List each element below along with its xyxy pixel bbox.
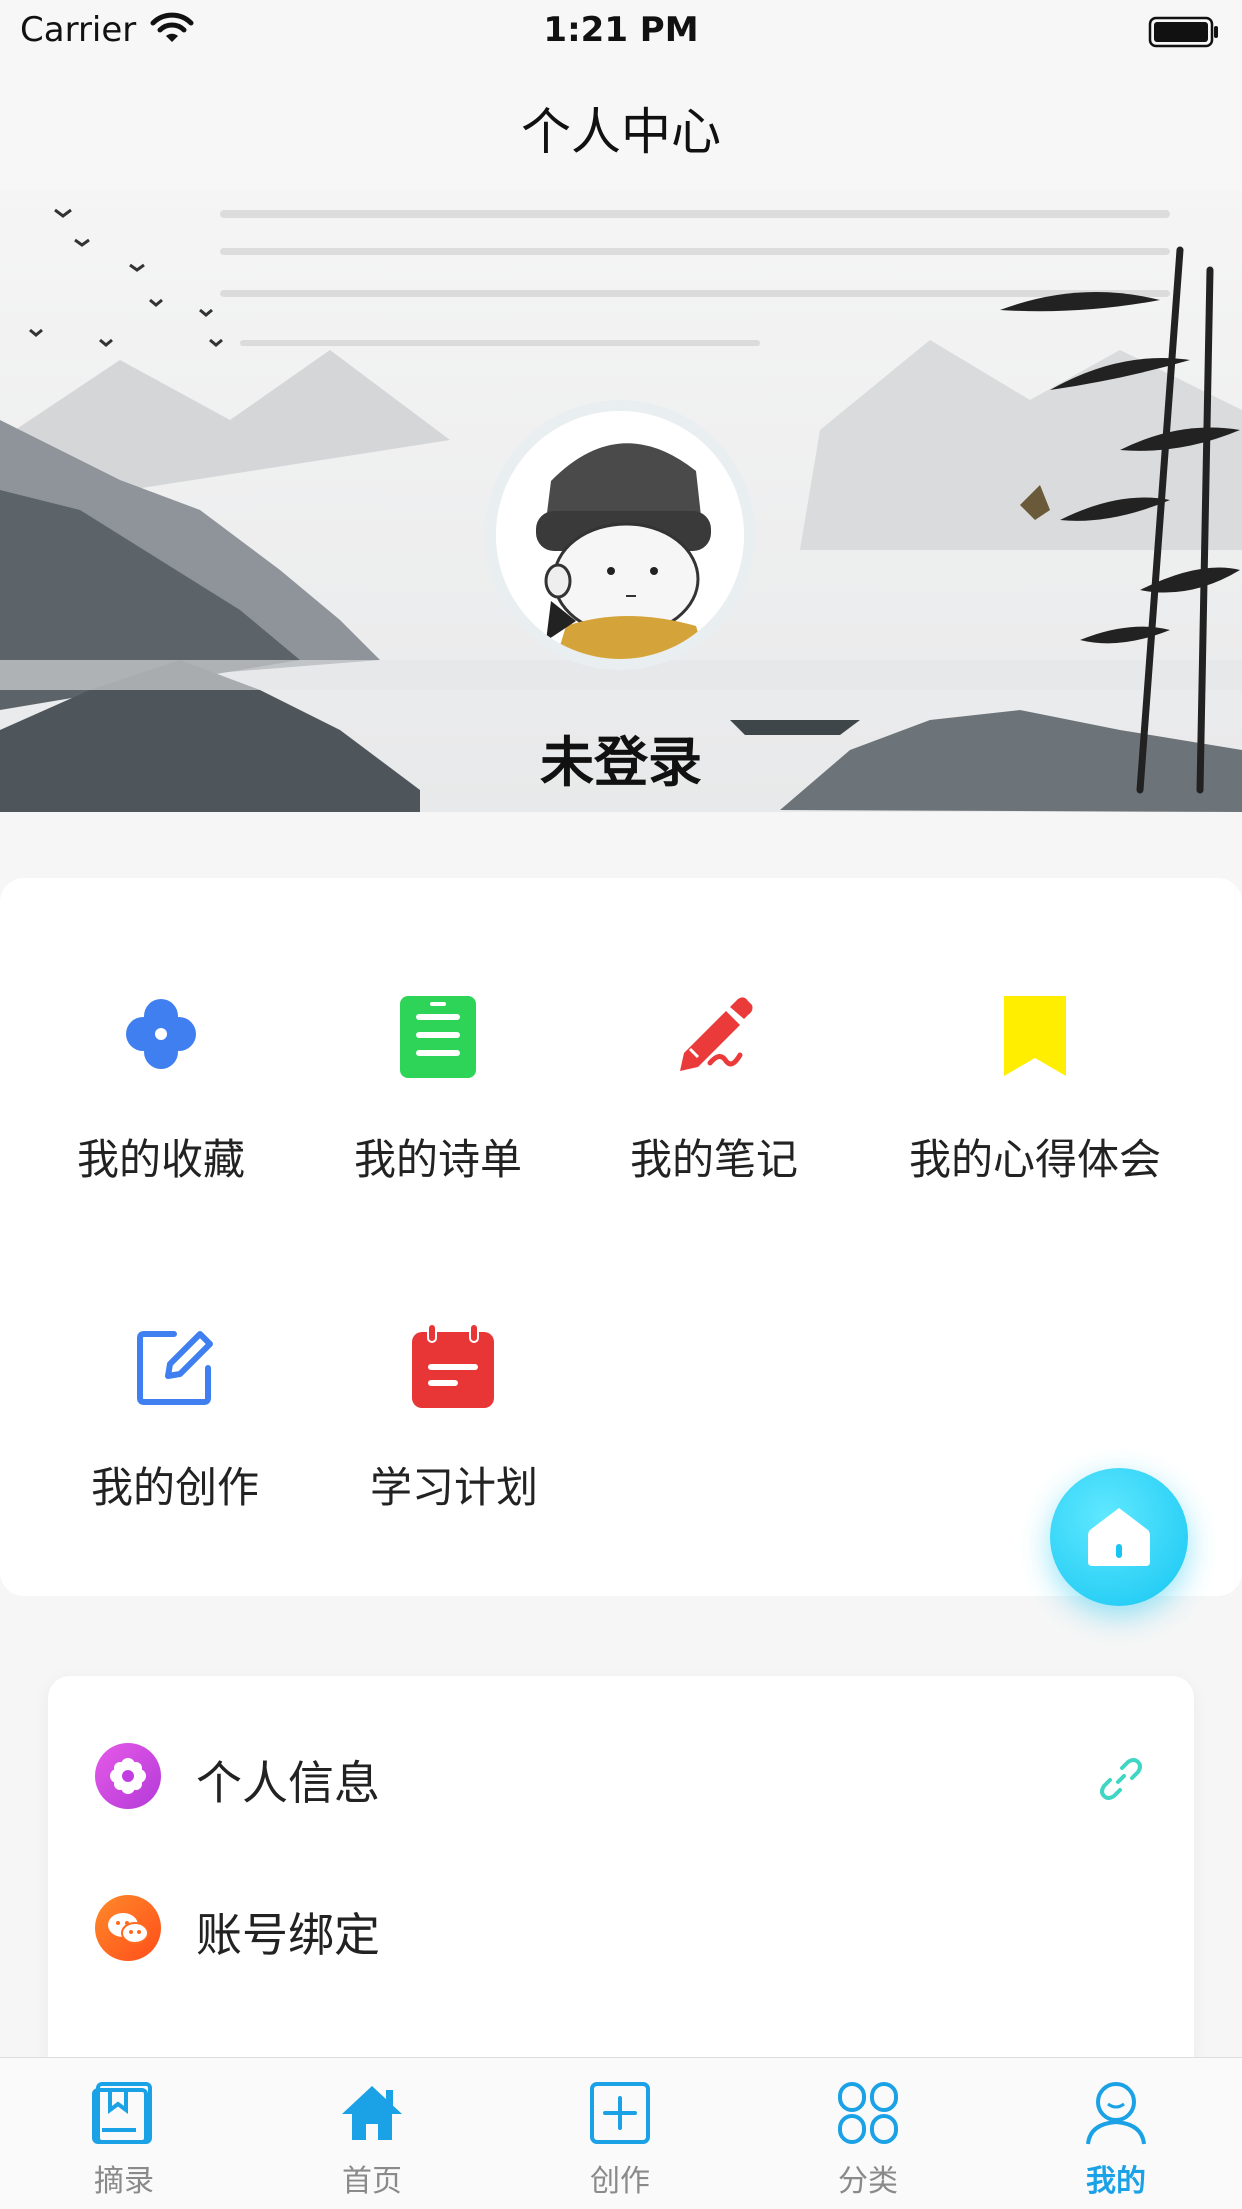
status-bar: Carrier 1:21 PM (0, 0, 1242, 60)
tab-create[interactable]: 创作 (496, 2058, 744, 2209)
grid-item-label: 我的笔记 (629, 1135, 798, 1184)
list-doc-icon (400, 996, 476, 1078)
book-icon (92, 2082, 152, 2144)
grid-item-poem-list[interactable]: 我的诗单 (298, 878, 578, 1208)
tab-label: 首页 (342, 2164, 402, 2199)
status-time: 1:21 PM (543, 10, 699, 50)
settings-row-profile-info[interactable]: 个人信息 (48, 1701, 1194, 1851)
grid-item-label: 我的心得体会 (908, 1135, 1161, 1184)
bookmark-icon (1004, 996, 1066, 1076)
tab-label: 摘录 (94, 2164, 154, 2199)
profile-banner: 未登录 (0, 190, 1242, 812)
grid-item-my-creations[interactable]: 我的创作 (0, 1208, 350, 1538)
settings-card: 个人信息 账号绑定 (48, 1676, 1194, 2076)
user-icon (1086, 2082, 1146, 2145)
settings-row-label: 账号绑定 (196, 1908, 380, 1962)
tab-bar: 摘录 首页 创作 分类 我的 (0, 2057, 1242, 2209)
battery-icon (1148, 16, 1220, 52)
pen-icon (680, 997, 753, 1071)
home-icon (342, 2086, 402, 2140)
home-fab-button[interactable] (1050, 1468, 1188, 1606)
plus-square-icon (590, 2082, 650, 2144)
tab-label: 我的 (1086, 2164, 1146, 2199)
tab-mine[interactable]: 我的 (992, 2058, 1240, 2209)
flower-icon (95, 1743, 161, 1809)
grid-item-favorites[interactable]: 我的收藏 (0, 878, 322, 1208)
grid-item-reflections[interactable]: 我的心得体会 (880, 878, 1190, 1208)
feature-grid: 我的收藏 我的诗单 我的笔记 我的心得体会 我的创作 学习计划 (0, 878, 1242, 1596)
grid-item-label: 学习计划 (369, 1463, 538, 1512)
avatar[interactable] (496, 411, 744, 659)
grid-item-label: 我的创作 (90, 1463, 259, 1512)
wechat-icon (95, 1895, 161, 1961)
grid-item-label: 我的收藏 (76, 1135, 245, 1184)
tab-label: 分类 (838, 2164, 898, 2199)
grid-icon (838, 2082, 898, 2144)
grid-item-label: 我的诗单 (353, 1135, 522, 1184)
username[interactable]: 未登录 (0, 718, 1242, 797)
tab-home[interactable]: 首页 (248, 2058, 496, 2209)
link-icon[interactable] (1098, 1756, 1144, 1802)
nav-bar: 个人中心 (0, 60, 1242, 190)
tab-label: 创作 (590, 2164, 650, 2199)
settings-row-label: 个人信息 (196, 1756, 380, 1810)
page-title: 个人中心 (521, 103, 721, 161)
grid-item-study-plan[interactable]: 学习计划 (314, 1208, 594, 1538)
edit-icon (137, 1331, 213, 1405)
calendar-icon (412, 1324, 494, 1408)
tab-excerpts[interactable]: 摘录 (0, 2058, 248, 2209)
home-icon (1088, 1508, 1150, 1566)
clover-icon (126, 999, 196, 1069)
settings-row-account-binding[interactable]: 账号绑定 (48, 1853, 1194, 2003)
tab-categories[interactable]: 分类 (744, 2058, 992, 2209)
grid-item-notes[interactable]: 我的笔记 (574, 878, 854, 1208)
